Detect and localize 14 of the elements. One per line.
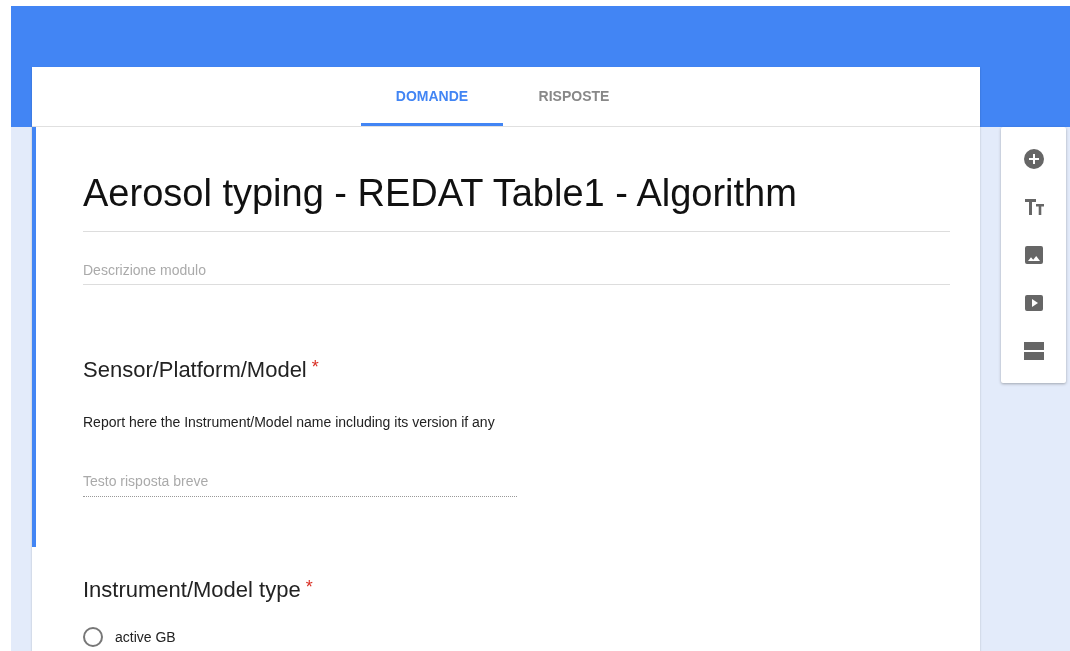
- radio-button[interactable]: [83, 627, 103, 647]
- answer-field[interactable]: Testo risposta breve: [83, 473, 517, 497]
- description-field[interactable]: Descrizione modulo: [83, 232, 950, 285]
- question-title: Sensor/Platform/Model: [83, 357, 307, 383]
- help-text: Report here the Instrument/Model name including its version if any: [83, 414, 496, 430]
- required-mark: *: [311, 357, 319, 378]
- add-icon[interactable]: [1021, 147, 1046, 171]
- section-icon[interactable]: [1021, 339, 1046, 363]
- tab[interactable]: DOMANDE: [361, 67, 503, 126]
- option-label: active GB: [115, 629, 176, 645]
- required-mark: *: [305, 577, 313, 598]
- form-title[interactable]: Aerosol typing - REDAT Table1 - Algorithm: [83, 127, 950, 232]
- question-title: Instrument/Model type: [83, 577, 301, 603]
- tab[interactable]: RISPOSTE: [503, 67, 645, 126]
